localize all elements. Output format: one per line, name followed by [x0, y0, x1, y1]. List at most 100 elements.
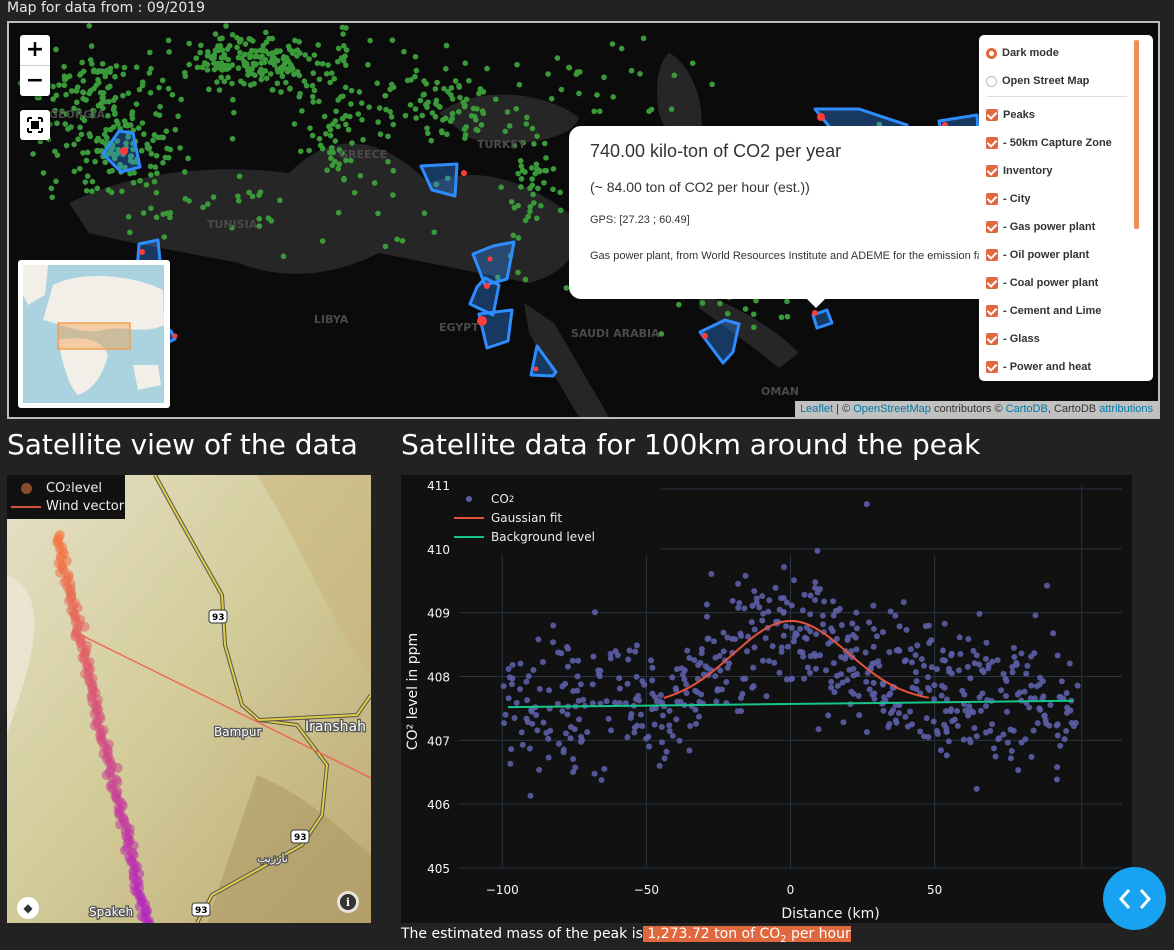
inventory-dot: [290, 48, 296, 55]
co2-point: [939, 647, 946, 654]
overlay-glass[interactable]: - Glass: [986, 331, 1040, 347]
cartodb-link[interactable]: CartoDB: [1006, 403, 1048, 415]
inventory-dot: [342, 84, 349, 91]
inventory-dot: [316, 135, 323, 142]
checkbox-icon[interactable]: [986, 109, 998, 121]
co2-point: [834, 672, 841, 679]
co2-point: [708, 571, 715, 578]
map[interactable]: TURKEY TUNISIA LIBYA EGYPT SAUDI ARABIA GREEC…: [7, 21, 1160, 419]
inventory-dot: [76, 165, 83, 172]
inventory-dot: [108, 189, 115, 196]
co2-point: [814, 547, 821, 554]
co2-chart[interactable]: 405 406 407 408 409 410 411 −100 −50 0 50 Distance …: [401, 475, 1132, 923]
co2-point: [825, 640, 832, 647]
inventory-dot: [349, 140, 355, 146]
layer-label: - Power and heat: [1003, 361, 1092, 373]
overlay-coal-power-plant[interactable]: - Coal power plant: [986, 275, 1098, 291]
co2-point: [595, 667, 602, 674]
info-button[interactable]: i: [337, 891, 359, 913]
fullscreen-button[interactable]: [20, 110, 50, 140]
inventory-dot: [291, 71, 297, 78]
osm-link[interactable]: OpenStreetMap: [853, 403, 931, 415]
minimap[interactable]: [18, 260, 170, 408]
leaflet-link[interactable]: Leaflet: [800, 403, 833, 415]
co2-point: [1030, 727, 1037, 734]
checkbox-icon[interactable]: [986, 137, 998, 149]
inventory-dot: [515, 269, 521, 276]
attribution-text: , CartoDB: [1047, 403, 1100, 415]
inventory-dot: [110, 97, 117, 103]
inventory-dot: [326, 123, 332, 130]
radio-icon[interactable]: [986, 75, 997, 87]
overlay-gas-power-plant[interactable]: - Gas power plant: [986, 219, 1095, 235]
co2-point: [934, 731, 941, 738]
overlay-power-and-heat[interactable]: - Power and heat: [986, 359, 1091, 375]
inventory-dot: [287, 86, 293, 92]
overlay-inventory[interactable]: Inventory: [986, 163, 1053, 179]
inventory-dot: [382, 243, 389, 250]
co2-point: [954, 722, 961, 729]
co2-point: [980, 668, 987, 675]
checkbox-icon[interactable]: [986, 221, 998, 233]
overlay-50km-capture-zone[interactable]: - 50km Capture Zone: [986, 135, 1112, 151]
zoom-in-button[interactable]: +: [20, 35, 50, 66]
checkbox-icon[interactable]: [986, 193, 998, 205]
legend-text: Gaussian fit: [491, 510, 563, 525]
inventory-dot: [543, 155, 549, 161]
inventory-dot: [457, 94, 463, 101]
inventory-dot: [83, 157, 90, 164]
checkbox-icon[interactable]: [986, 305, 998, 317]
checkbox-icon[interactable]: [986, 165, 998, 177]
co2-point: [881, 694, 888, 701]
inventory-dot: [258, 66, 264, 73]
code-toggle-button[interactable]: [1103, 867, 1166, 930]
checkbox-icon[interactable]: [986, 249, 998, 261]
overlay-city[interactable]: - City: [986, 191, 1031, 207]
co2-point: [1053, 722, 1060, 729]
inventory-dot: [335, 209, 342, 216]
checkbox-icon[interactable]: [986, 333, 998, 345]
co2-point: [983, 703, 990, 710]
chart-legend[interactable]: CO 2 Gaussian fit Background level: [451, 489, 595, 546]
svg-text:93: 93: [195, 906, 208, 916]
co2-point: [1028, 753, 1035, 760]
radio-icon[interactable]: [986, 47, 997, 59]
co2-point: [710, 638, 717, 645]
inventory-dot: [139, 120, 146, 126]
basemap-osm[interactable]: Open Street Map: [986, 73, 1089, 89]
zoom-out-button[interactable]: −: [20, 66, 50, 96]
checkbox-icon[interactable]: [986, 277, 998, 289]
legend-item-background[interactable]: Background level: [451, 527, 595, 546]
checkbox-icon[interactable]: [986, 361, 998, 373]
inventory-dot: [68, 88, 75, 94]
mapbox-logo-button[interactable]: ◆: [17, 897, 39, 919]
attributions-link[interactable]: attributions: [1099, 403, 1153, 415]
co2-point: [965, 712, 972, 719]
co2-point: [880, 681, 887, 688]
inventory-dot: [484, 65, 490, 72]
co2-point: [536, 766, 543, 773]
co2-point: [571, 726, 578, 733]
co2-point: [917, 728, 924, 735]
co2-point: [887, 608, 894, 615]
inventory-dot: [360, 136, 366, 143]
overlay-oil-power-plant[interactable]: - Oil power plant: [986, 247, 1089, 263]
co2-point: [649, 706, 656, 713]
satellite-map[interactable]: Bampur Iranshah Spakeh نارزیب 93 93 93 C…: [7, 475, 371, 923]
inventory-dot: [324, 167, 330, 173]
inventory-dot: [412, 53, 419, 60]
legend-item-co2[interactable]: CO 2: [451, 489, 595, 508]
layer-scrollbar[interactable]: [1134, 40, 1139, 229]
peak-marker: [487, 256, 493, 262]
overlay-peaks[interactable]: Peaks: [986, 107, 1035, 123]
overlay-cement-and-lime[interactable]: - Cement and Lime: [986, 303, 1101, 319]
inventory-dot: [133, 64, 140, 70]
inventory-dot: [545, 71, 551, 77]
inventory-dot: [175, 113, 181, 120]
layer-control[interactable]: Dark mode Open Street Map Peaks - 50km Ca…: [979, 35, 1153, 381]
basemap-dark-mode[interactable]: Dark mode: [986, 45, 1059, 61]
legend-item-gaussian[interactable]: Gaussian fit: [451, 508, 595, 527]
co2-point: [902, 713, 909, 720]
inventory-dot: [140, 210, 147, 216]
inventory-dot: [434, 79, 440, 86]
